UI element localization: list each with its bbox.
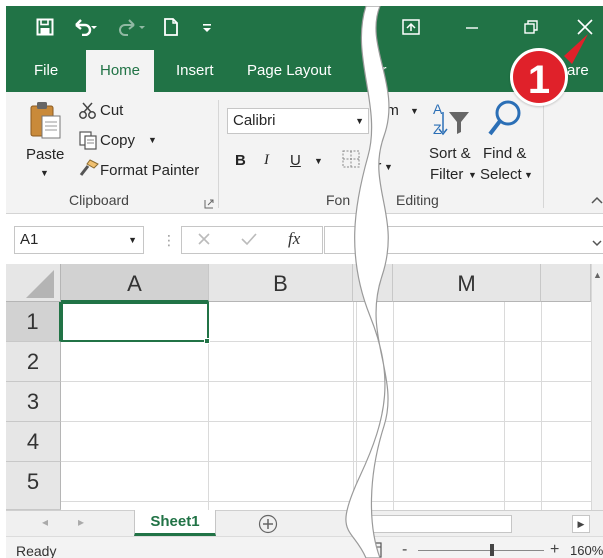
name-box[interactable]: A1 ▼	[14, 226, 144, 254]
zoom-in-button[interactable]: +	[550, 541, 559, 558]
find-select-label-1[interactable]: Find &	[483, 145, 526, 162]
zoom-level[interactable]: 160%	[570, 543, 603, 558]
scroll-sheets-right-icon[interactable]: ▸	[78, 515, 84, 529]
row-header-1[interactable]: 1	[6, 302, 61, 342]
collapse-ribbon-icon[interactable]	[591, 192, 603, 210]
excel-window: File Home Insert Page Layout For are Pas…	[6, 6, 603, 558]
column-header-a[interactable]: A	[61, 264, 209, 302]
tab-insert[interactable]: Insert	[176, 50, 214, 92]
torn-edge-divider	[345, 6, 390, 558]
number-partial-dropdown-icon[interactable]: ▼	[410, 106, 419, 116]
tab-home[interactable]: Home	[86, 50, 155, 92]
scroll-sheets-left-icon[interactable]: ◂	[42, 515, 48, 529]
sort-filter-label-1[interactable]: Sort &	[429, 145, 471, 162]
formula-bar-grip-icon: ⋮	[162, 232, 176, 248]
enter-entry-icon[interactable]	[240, 231, 258, 252]
column-header-m[interactable]: M	[393, 264, 541, 302]
redo-icon	[118, 15, 148, 39]
row-header-3[interactable]: 3	[6, 382, 61, 422]
formula-bar-area: A1 ▼ ⋮ fx	[6, 214, 603, 264]
sheet-tab-sheet1[interactable]: Sheet1	[134, 510, 216, 536]
editing-separator	[543, 100, 544, 208]
clipboard-group-label: Clipboard	[69, 192, 129, 208]
format-painter-icon[interactable]	[78, 158, 100, 183]
callout-pointer	[564, 34, 588, 64]
underline-dropdown-icon[interactable]: ▼	[314, 156, 323, 166]
column-header-next	[541, 264, 591, 302]
row-header-2[interactable]: 2	[6, 342, 61, 382]
status-text: Ready	[16, 543, 57, 558]
zoom-slider-thumb[interactable]	[490, 544, 494, 556]
find-select-icon[interactable]	[486, 98, 524, 143]
name-box-dropdown-icon[interactable]: ▼	[128, 227, 137, 253]
underline-button[interactable]: U	[290, 152, 301, 169]
bold-button[interactable]: B	[235, 152, 246, 169]
find-select-label-2[interactable]: Select	[480, 166, 522, 183]
name-box-value: A1	[20, 231, 39, 248]
paste-dropdown-icon[interactable]: ▼	[40, 168, 49, 178]
expand-formula-bar-icon[interactable]	[592, 234, 602, 252]
clipboard-separator	[218, 100, 219, 208]
sheet-tab-bar: ◂ ▸ Sheet1 ▶	[6, 510, 603, 536]
formula-buttons: fx	[181, 226, 323, 254]
title-bar	[6, 6, 603, 50]
select-all-button[interactable]	[6, 264, 61, 302]
customize-icon[interactable]	[200, 15, 214, 39]
status-bar: Ready - + 160%	[6, 536, 603, 558]
svg-text:A: A	[433, 101, 443, 117]
undo-icon[interactable]	[72, 15, 98, 39]
font-name-value: Calibri	[233, 112, 276, 129]
save-icon[interactable]	[34, 15, 56, 39]
paste-button[interactable]: Paste	[26, 146, 64, 163]
insert-function-button[interactable]: fx	[288, 229, 300, 249]
cut-button[interactable]: Cut	[100, 102, 123, 119]
grid-vline-end	[541, 302, 542, 510]
tab-file[interactable]: File	[34, 50, 58, 92]
cell-a1[interactable]	[61, 302, 209, 342]
sort-filter-icon[interactable]: AZ	[431, 100, 471, 145]
ribbon-home: Paste ▼ Cut Copy ▼ Format Painter Clipbo…	[6, 92, 603, 214]
sort-filter-label-2[interactable]: Filter	[430, 166, 463, 183]
vertical-scrollbar[interactable]: ▲	[591, 264, 603, 510]
row-header-5[interactable]: 5	[6, 462, 61, 510]
new-document-icon[interactable]	[162, 15, 180, 39]
copy-icon[interactable]	[78, 130, 98, 155]
sort-filter-dropdown-icon[interactable]: ▼	[468, 170, 477, 180]
sheet-tab-label: Sheet1	[150, 513, 200, 530]
minimize-icon[interactable]	[459, 14, 485, 40]
scroll-right-icon[interactable]: ▶	[572, 515, 590, 533]
copy-button[interactable]: Copy	[100, 132, 135, 149]
paste-icon[interactable]	[28, 100, 62, 145]
svg-text:Z: Z	[433, 121, 442, 137]
format-painter-button[interactable]: Format Painter	[100, 162, 199, 179]
zoom-slider[interactable]	[418, 544, 544, 556]
cut-icon[interactable]	[78, 102, 98, 125]
cancel-entry-icon[interactable]	[196, 231, 212, 252]
restore-icon[interactable]	[518, 14, 544, 40]
worksheet-grid: A B M 1 2 3 4 5 ▲	[6, 264, 603, 510]
tab-page-layout[interactable]: Page Layout	[247, 50, 331, 92]
column-header-b[interactable]: B	[209, 264, 353, 302]
italic-button[interactable]: I	[264, 152, 269, 169]
scroll-up-icon[interactable]: ▲	[593, 270, 602, 280]
find-select-dropdown-icon[interactable]: ▼	[524, 170, 533, 180]
row-header-4[interactable]: 4	[6, 422, 61, 462]
fill-handle[interactable]	[204, 338, 210, 344]
clipboard-dialog-launcher-icon[interactable]	[204, 196, 214, 214]
copy-dropdown-icon[interactable]: ▼	[148, 135, 157, 145]
